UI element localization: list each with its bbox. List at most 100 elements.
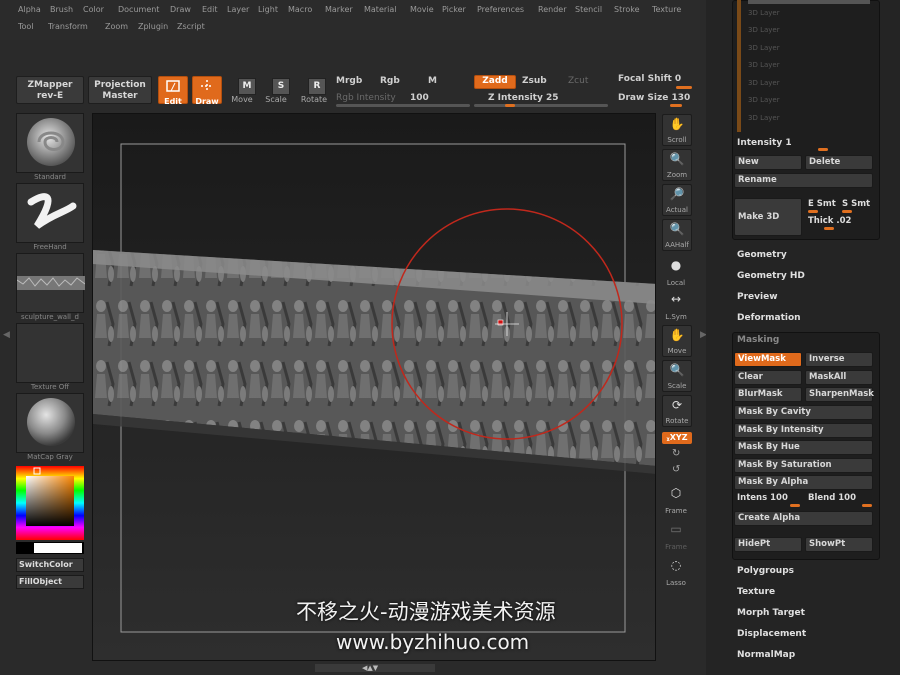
thick-label[interactable]: Thick .02 xyxy=(808,216,851,226)
texture-header[interactable]: Texture xyxy=(737,587,775,597)
preview-header[interactable]: Preview xyxy=(737,292,778,302)
menu-render[interactable]: Render xyxy=(538,5,566,14)
mask-by-alpha-button[interactable]: Mask By Alpha xyxy=(734,475,873,490)
mask-intens-label[interactable]: Intens 100 xyxy=(737,493,788,503)
z-intensity-handle[interactable] xyxy=(505,104,515,107)
lasso-tool[interactable]: ◌ Lasso xyxy=(662,556,692,588)
geometry-header[interactable]: Geometry xyxy=(737,250,787,260)
m-button[interactable]: M xyxy=(428,76,437,86)
fill-object-button[interactable]: FillObject xyxy=(16,575,84,589)
focal-shift-label[interactable]: Focal Shift 0 xyxy=(618,74,681,84)
rgb-intensity-value[interactable]: 100 xyxy=(410,93,429,103)
inverse-button[interactable]: Inverse xyxy=(805,352,873,367)
masking-header[interactable]: Masking xyxy=(737,335,779,345)
s-smt-handle[interactable] xyxy=(842,210,852,213)
clear-mask-button[interactable]: Clear xyxy=(734,370,802,385)
layer-scrollbar[interactable] xyxy=(737,0,741,132)
menu-zplugin[interactable]: Zplugin xyxy=(138,22,168,31)
viewmask-button[interactable]: ViewMask xyxy=(734,352,802,367)
zmapper-button[interactable]: ZMapper rev-E xyxy=(16,76,84,104)
rgb-intensity-slider[interactable] xyxy=(336,104,470,107)
layer-delete-button[interactable]: Delete xyxy=(805,155,873,170)
e-smt-handle[interactable] xyxy=(808,210,818,213)
menu-document[interactable]: Document xyxy=(118,5,159,14)
mask-by-intensity-button[interactable]: Mask By Intensity xyxy=(734,423,873,438)
draw-size-label[interactable]: Draw Size 130 xyxy=(618,93,690,103)
zadd-button[interactable]: Zadd xyxy=(474,75,516,89)
menu-macro[interactable]: Macro xyxy=(288,5,312,14)
left-tray-arrow-icon[interactable]: ◀ xyxy=(3,330,10,340)
scroll-tool[interactable]: ✋ Scroll xyxy=(662,114,692,146)
mask-intens-handle[interactable] xyxy=(790,504,800,507)
zoom-tool[interactable]: 🔍 Zoom xyxy=(662,149,692,181)
menu-marker[interactable]: Marker xyxy=(325,5,353,14)
lsym-tool[interactable]: ↔ L.Sym xyxy=(662,290,692,322)
menu-draw[interactable]: Draw xyxy=(170,5,191,14)
draw-button[interactable]: Draw xyxy=(192,76,222,106)
morph-target-header[interactable]: Morph Target xyxy=(737,608,805,618)
switch-color-button[interactable]: SwitchColor xyxy=(16,558,84,572)
edit-button[interactable]: Edit xyxy=(158,76,188,106)
move-view-tool[interactable]: ✋ Move xyxy=(662,325,692,357)
menu-layer[interactable]: Layer xyxy=(227,5,249,14)
sharpenmask-button[interactable]: SharpenMask xyxy=(805,387,874,402)
z-intensity-label[interactable]: Z Intensity 25 xyxy=(488,93,559,103)
layer-rename-button[interactable]: Rename xyxy=(734,173,873,188)
draw-size-handle[interactable] xyxy=(670,104,682,107)
menu-texture[interactable]: Texture xyxy=(652,5,681,14)
menu-material[interactable]: Material xyxy=(364,5,397,14)
layer-row[interactable]: 3D Layer xyxy=(748,96,780,104)
aahalf-tool[interactable]: 🔍 AAHalf xyxy=(662,219,692,251)
document-canvas[interactable] xyxy=(92,113,656,661)
zsub-button[interactable]: Zsub xyxy=(522,76,547,86)
actual-tool[interactable]: 🔎 Actual xyxy=(662,184,692,216)
mask-blend-handle[interactable] xyxy=(862,504,872,507)
z-intensity-slider[interactable] xyxy=(474,104,608,107)
menu-zoom[interactable]: Zoom xyxy=(105,22,128,31)
color-picker[interactable] xyxy=(16,466,84,540)
menu-zscript[interactable]: Zscript xyxy=(177,22,205,31)
sculpt-viewport[interactable] xyxy=(93,114,656,661)
layer-row[interactable]: 3D Layer xyxy=(748,79,780,87)
mask-by-cavity-button[interactable]: Mask By Cavity xyxy=(734,405,873,420)
menu-stencil[interactable]: Stencil xyxy=(575,5,602,14)
displacement-header[interactable]: Displacement xyxy=(737,629,806,639)
rgb-button[interactable]: Rgb xyxy=(380,76,400,86)
showpt-button[interactable]: ShowPt xyxy=(805,537,873,552)
menu-transform[interactable]: Transform xyxy=(48,22,88,31)
layer-row[interactable]: 3D Layer xyxy=(748,26,780,34)
make-3d-button[interactable]: Make 3D xyxy=(734,198,802,236)
zcut-button[interactable]: Zcut xyxy=(568,76,588,86)
mask-by-hue-button[interactable]: Mask By Hue xyxy=(734,440,873,455)
scale-icon[interactable]: S xyxy=(272,78,290,95)
layer-row[interactable]: 3D Layer xyxy=(748,44,780,52)
menu-brush[interactable]: Brush xyxy=(50,5,73,14)
layer-new-button[interactable]: New xyxy=(734,155,802,170)
frame-tool[interactable]: ⬡ Frame xyxy=(662,484,692,516)
layer-row[interactable]: 3D Layer xyxy=(748,61,780,69)
xyz-toggle[interactable]: ᵪXYZ xyxy=(662,432,692,444)
maskall-button[interactable]: MaskAll xyxy=(805,370,873,385)
brush-standard-tile[interactable] xyxy=(16,113,84,173)
menu-color[interactable]: Color xyxy=(83,5,104,14)
mask-by-saturation-button[interactable]: Mask By Saturation xyxy=(734,458,873,473)
deformation-header[interactable]: Deformation xyxy=(737,313,801,323)
material-tile[interactable] xyxy=(16,393,84,453)
s-smt-label[interactable]: S Smt xyxy=(842,199,870,209)
stroke-freehand-tile[interactable] xyxy=(16,183,84,243)
thick-handle[interactable] xyxy=(824,227,834,230)
geometry-hd-header[interactable]: Geometry HD xyxy=(737,271,805,281)
menu-alpha[interactable]: Alpha xyxy=(18,5,41,14)
rotate-z-icon[interactable]: ↺ xyxy=(672,464,680,475)
rotate-icon[interactable]: R xyxy=(308,78,326,95)
layer-row[interactable]: 3D Layer xyxy=(748,114,780,122)
menu-stroke[interactable]: Stroke xyxy=(614,5,640,14)
mrgb-button[interactable]: Mrgb xyxy=(336,76,362,86)
focal-shift-handle[interactable] xyxy=(676,86,692,89)
main-color-swatch[interactable] xyxy=(34,543,82,553)
menu-movie[interactable]: Movie xyxy=(410,5,434,14)
layer-intensity-label[interactable]: Intensity 1 xyxy=(737,138,792,148)
menu-edit[interactable]: Edit xyxy=(202,5,218,14)
e-smt-label[interactable]: E Smt xyxy=(808,199,836,209)
normalmap-header[interactable]: NormalMap xyxy=(737,650,795,660)
